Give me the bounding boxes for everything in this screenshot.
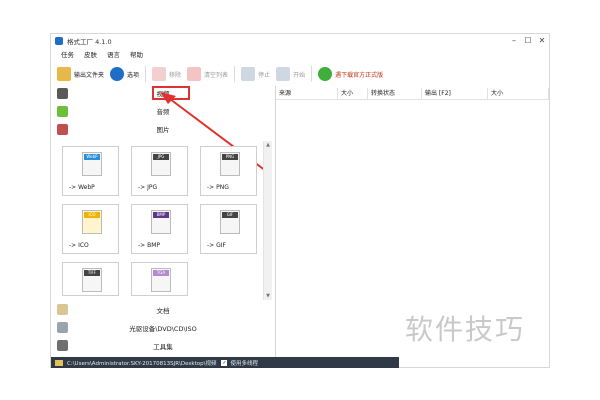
category-tools[interactable]: 工具集 <box>51 339 275 353</box>
download-official-link[interactable]: 遇下载官方正式版 <box>318 64 383 84</box>
category-tools-label: 工具集 <box>153 343 173 351</box>
close-button[interactable]: ✕ <box>535 34 549 46</box>
options-button[interactable]: 选项 <box>110 64 139 84</box>
minimize-button[interactable]: – <box>507 34 521 46</box>
category-disc[interactable]: 光驱设备\DVD\CD\ISO <box>51 321 275 335</box>
png-file-icon: PNG <box>220 152 240 176</box>
gif-tag: GIF <box>222 212 238 218</box>
start-label: 开始 <box>293 71 306 79</box>
bmp-file-icon: BMP <box>151 210 171 234</box>
folder-icon <box>57 67 71 81</box>
output-path[interactable]: C:\Users\Administrator.SKY-20170813SJR\D… <box>67 359 216 367</box>
column-status[interactable]: 转换状态 <box>368 88 422 99</box>
multithread-label: 使用多线程 <box>230 360 258 367</box>
ico-file-icon: ICO <box>82 210 102 234</box>
format-tga[interactable]: TGA <box>131 262 188 296</box>
format-png[interactable]: PNG -> PNG <box>200 146 257 196</box>
image-icon <box>57 124 68 135</box>
image-format-grid: WebP -> WebP JPG -> JPG PNG -> PNG ICO -… <box>62 146 260 296</box>
stop-label: 停止 <box>258 71 271 79</box>
stop-button[interactable]: 停止 <box>241 64 270 84</box>
format-bmp[interactable]: BMP -> BMP <box>131 204 188 254</box>
status-bar: C:\Users\Administrator.SKY-20170813SJR\D… <box>51 357 399 368</box>
audio-icon <box>57 106 68 117</box>
menu-skin[interactable]: 皮肤 <box>84 49 97 60</box>
maximize-button[interactable]: ☐ <box>521 34 535 46</box>
category-disc-label: 光驱设备\DVD\CD\ISO <box>129 325 197 333</box>
menu-bar: 任务 皮肤 语言 帮助 <box>51 49 143 60</box>
remove-icon <box>152 67 167 81</box>
window-controls: – ☐ ✕ <box>507 34 549 46</box>
app-icon <box>55 36 63 45</box>
video-icon <box>57 88 68 99</box>
gif-file-icon: GIF <box>220 210 240 234</box>
start-icon <box>276 67 291 81</box>
tiff-file-icon: TIFF <box>82 268 102 292</box>
png-tag: PNG <box>222 154 238 160</box>
format-jpg[interactable]: JPG -> JPG <box>131 146 188 196</box>
clear-list-label: 清空列表 <box>204 71 229 79</box>
download-globe-icon <box>318 67 333 81</box>
window-title: 格式工厂 4.1.0 <box>67 37 112 46</box>
category-document-label: 文档 <box>156 307 170 315</box>
format-ico-label: -> ICO <box>69 242 89 249</box>
toolbar: 输出文件夹 选项 移除 清空列表 停止 开始 遇下载官方正式版 <box>51 63 549 85</box>
tga-tag: TGA <box>153 270 169 276</box>
output-folder-button[interactable]: 输出文件夹 <box>57 64 104 84</box>
column-source[interactable]: 来源 <box>276 88 338 99</box>
document-icon <box>57 304 68 315</box>
jpg-tag: JPG <box>153 154 169 160</box>
remove-label: 移除 <box>169 71 182 79</box>
category-panel: 视频 音频 图片 WebP -> WebP JPG -> JPG PNG <box>51 86 276 358</box>
format-webp[interactable]: WebP -> WebP <box>62 146 119 196</box>
download-label: 遇下载官方正式版 <box>335 71 384 79</box>
clear-list-button[interactable]: 清空列表 <box>187 64 228 84</box>
webp-file-icon: WebP <box>82 152 102 176</box>
output-folder-label: 输出文件夹 <box>74 71 105 79</box>
multithread-checkbox[interactable]: ✓ <box>221 359 228 366</box>
format-png-label: -> PNG <box>207 184 229 191</box>
format-jpg-label: -> JPG <box>138 184 158 191</box>
jpg-file-icon: JPG <box>151 152 171 176</box>
format-gif-label: -> GIF <box>207 242 226 249</box>
remove-button[interactable]: 移除 <box>152 64 181 84</box>
options-label: 选项 <box>127 71 140 79</box>
tga-file-icon: TGA <box>151 268 171 292</box>
tools-icon <box>57 340 68 351</box>
format-scrollbar[interactable]: ▲ ▼ <box>263 141 272 300</box>
menu-help[interactable]: 帮助 <box>130 49 143 60</box>
format-ico[interactable]: ICO -> ICO <box>62 204 119 254</box>
column-size[interactable]: 大小 <box>338 88 368 99</box>
category-document[interactable]: 文档 <box>51 303 275 317</box>
toolbar-separator <box>311 66 313 82</box>
title-bar: 格式工厂 4.1.0 – ☐ ✕ <box>51 34 549 47</box>
webp-tag: WebP <box>84 154 100 160</box>
column-output[interactable]: 输出 [F2] <box>422 88 488 99</box>
column-output-size[interactable]: 大小 <box>488 88 549 99</box>
watermark-text: 软件技巧 <box>405 313 526 346</box>
toolbar-separator <box>145 66 147 82</box>
tiff-tag: TIFF <box>84 270 100 276</box>
options-gear-icon <box>110 67 125 81</box>
format-bmp-label: -> BMP <box>138 242 161 249</box>
ico-tag: ICO <box>84 212 100 218</box>
task-list-header: 来源 大小 转换状态 输出 [F2] 大小 <box>276 88 549 100</box>
clear-x-icon <box>187 67 202 81</box>
scroll-up-icon[interactable]: ▲ <box>264 141 272 149</box>
format-gif[interactable]: GIF -> GIF <box>200 204 257 254</box>
toolbar-separator <box>234 66 236 82</box>
bmp-tag: BMP <box>153 212 169 218</box>
start-button[interactable]: 开始 <box>276 64 305 84</box>
stop-icon <box>241 67 256 81</box>
format-webp-label: -> WebP <box>69 184 95 191</box>
status-folder-icon <box>55 359 63 366</box>
scroll-down-icon[interactable]: ▼ <box>264 292 272 300</box>
menu-language[interactable]: 语言 <box>107 49 120 60</box>
disc-drive-icon <box>57 322 68 333</box>
format-tiff[interactable]: TIFF <box>62 262 119 296</box>
menu-task[interactable]: 任务 <box>61 49 74 60</box>
